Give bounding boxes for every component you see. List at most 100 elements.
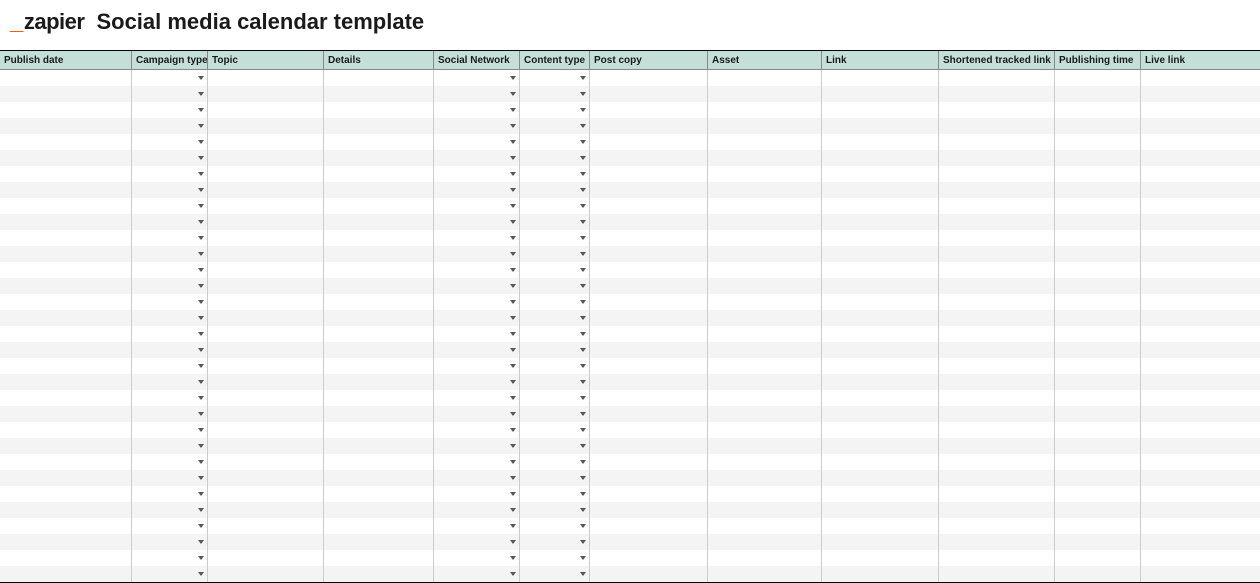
cell[interactable]	[208, 358, 324, 374]
cell[interactable]	[0, 166, 132, 182]
cell[interactable]	[0, 294, 132, 310]
cell[interactable]	[590, 550, 708, 566]
cell[interactable]	[708, 70, 822, 86]
column-header[interactable]: Asset	[708, 51, 822, 69]
cell[interactable]	[822, 214, 939, 230]
cell[interactable]	[324, 182, 434, 198]
cell[interactable]	[208, 454, 324, 470]
dropdown-cell[interactable]	[434, 150, 520, 166]
cell[interactable]	[0, 214, 132, 230]
cell[interactable]	[708, 182, 822, 198]
dropdown-cell[interactable]	[132, 198, 208, 214]
cell[interactable]	[1141, 550, 1260, 566]
cell[interactable]	[708, 550, 822, 566]
cell[interactable]	[939, 438, 1055, 454]
cell[interactable]	[708, 198, 822, 214]
cell[interactable]	[590, 198, 708, 214]
dropdown-cell[interactable]	[520, 70, 590, 86]
cell[interactable]	[590, 358, 708, 374]
cell[interactable]	[708, 246, 822, 262]
cell[interactable]	[324, 550, 434, 566]
cell[interactable]	[708, 214, 822, 230]
dropdown-cell[interactable]	[132, 230, 208, 246]
cell[interactable]	[822, 534, 939, 550]
cell[interactable]	[939, 310, 1055, 326]
cell[interactable]	[939, 534, 1055, 550]
dropdown-cell[interactable]	[132, 374, 208, 390]
cell[interactable]	[1055, 198, 1141, 214]
cell[interactable]	[0, 390, 132, 406]
cell[interactable]	[939, 182, 1055, 198]
dropdown-cell[interactable]	[434, 358, 520, 374]
dropdown-cell[interactable]	[434, 486, 520, 502]
column-header[interactable]: Live link	[1141, 51, 1260, 69]
cell[interactable]	[208, 182, 324, 198]
dropdown-cell[interactable]	[132, 310, 208, 326]
dropdown-cell[interactable]	[520, 326, 590, 342]
dropdown-cell[interactable]	[520, 566, 590, 582]
dropdown-cell[interactable]	[520, 134, 590, 150]
cell[interactable]	[1055, 310, 1141, 326]
cell[interactable]	[208, 438, 324, 454]
cell[interactable]	[324, 390, 434, 406]
cell[interactable]	[708, 518, 822, 534]
cell[interactable]	[1141, 390, 1260, 406]
cell[interactable]	[822, 566, 939, 582]
cell[interactable]	[1141, 310, 1260, 326]
cell[interactable]	[1055, 422, 1141, 438]
cell[interactable]	[822, 358, 939, 374]
cell[interactable]	[1055, 166, 1141, 182]
cell[interactable]	[0, 134, 132, 150]
cell[interactable]	[208, 294, 324, 310]
dropdown-cell[interactable]	[132, 342, 208, 358]
cell[interactable]	[822, 470, 939, 486]
cell[interactable]	[208, 326, 324, 342]
cell[interactable]	[324, 198, 434, 214]
cell[interactable]	[208, 310, 324, 326]
cell[interactable]	[1141, 422, 1260, 438]
cell[interactable]	[1141, 534, 1260, 550]
cell[interactable]	[939, 406, 1055, 422]
cell[interactable]	[708, 470, 822, 486]
cell[interactable]	[0, 150, 132, 166]
dropdown-cell[interactable]	[132, 214, 208, 230]
cell[interactable]	[1055, 470, 1141, 486]
cell[interactable]	[0, 246, 132, 262]
cell[interactable]	[590, 406, 708, 422]
dropdown-cell[interactable]	[520, 470, 590, 486]
cell[interactable]	[1055, 182, 1141, 198]
cell[interactable]	[590, 502, 708, 518]
cell[interactable]	[708, 358, 822, 374]
cell[interactable]	[1141, 342, 1260, 358]
cell[interactable]	[822, 70, 939, 86]
cell[interactable]	[939, 470, 1055, 486]
cell[interactable]	[939, 422, 1055, 438]
dropdown-cell[interactable]	[434, 70, 520, 86]
dropdown-cell[interactable]	[132, 390, 208, 406]
dropdown-cell[interactable]	[520, 310, 590, 326]
cell[interactable]	[324, 374, 434, 390]
dropdown-cell[interactable]	[434, 294, 520, 310]
cell[interactable]	[590, 182, 708, 198]
cell[interactable]	[1055, 374, 1141, 390]
cell[interactable]	[1055, 454, 1141, 470]
cell[interactable]	[708, 454, 822, 470]
dropdown-cell[interactable]	[132, 86, 208, 102]
cell[interactable]	[1141, 358, 1260, 374]
cell[interactable]	[939, 342, 1055, 358]
cell[interactable]	[208, 470, 324, 486]
dropdown-cell[interactable]	[132, 246, 208, 262]
cell[interactable]	[590, 150, 708, 166]
cell[interactable]	[0, 470, 132, 486]
cell[interactable]	[208, 134, 324, 150]
dropdown-cell[interactable]	[132, 454, 208, 470]
cell[interactable]	[208, 198, 324, 214]
cell[interactable]	[1141, 326, 1260, 342]
cell[interactable]	[939, 262, 1055, 278]
cell[interactable]	[822, 86, 939, 102]
cell[interactable]	[939, 214, 1055, 230]
cell[interactable]	[0, 438, 132, 454]
dropdown-cell[interactable]	[520, 214, 590, 230]
cell[interactable]	[590, 262, 708, 278]
cell[interactable]	[1141, 262, 1260, 278]
